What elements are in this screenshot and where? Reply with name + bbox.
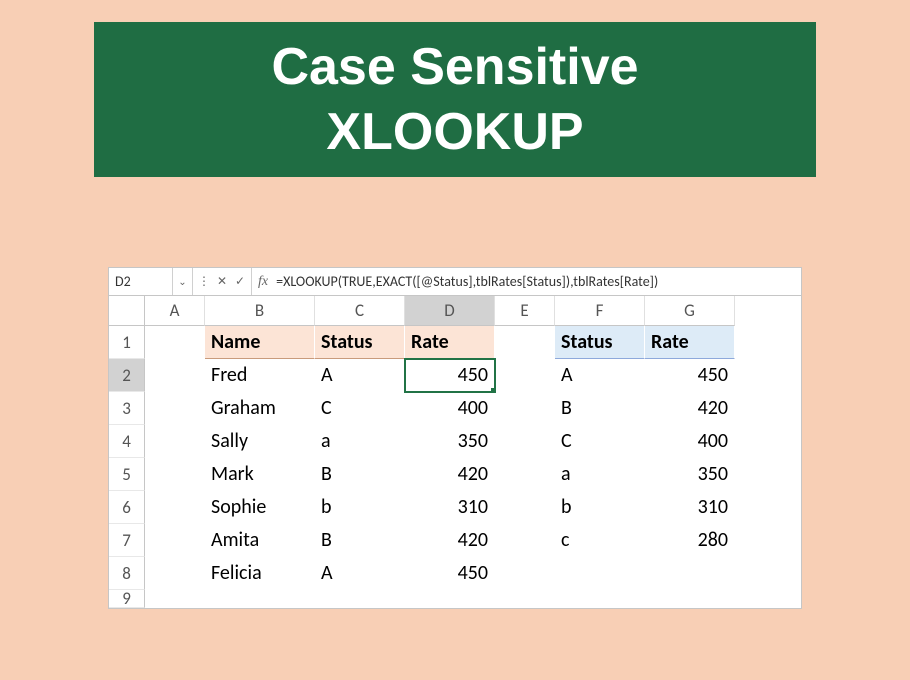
row-header-3[interactable]: 3 xyxy=(109,392,145,425)
row-header-5[interactable]: 5 xyxy=(109,458,145,491)
cell-B3[interactable]: Graham xyxy=(205,392,315,425)
col-header-A[interactable]: A xyxy=(145,296,205,326)
cell-F3[interactable]: B xyxy=(555,392,645,425)
cell-F7[interactable]: c xyxy=(555,524,645,557)
name-box[interactable]: D2 xyxy=(109,268,173,295)
cell-A3[interactable] xyxy=(145,392,205,425)
cell-D2[interactable]: 450 xyxy=(405,359,495,392)
cell-B2[interactable]: Fred xyxy=(205,359,315,392)
cell-C9[interactable] xyxy=(315,590,405,608)
cell-D5[interactable]: 420 xyxy=(405,458,495,491)
cell-A6[interactable] xyxy=(145,491,205,524)
cell-C4[interactable]: a xyxy=(315,425,405,458)
fx-icon[interactable]: fx xyxy=(252,274,274,290)
cell-D7[interactable]: 420 xyxy=(405,524,495,557)
cell-E4[interactable] xyxy=(495,425,555,458)
cell-D8[interactable]: 450 xyxy=(405,557,495,590)
cell-G5[interactable]: 350 xyxy=(645,458,735,491)
cancel-icon[interactable]: ✕ xyxy=(215,274,229,289)
col-header-E[interactable]: E xyxy=(495,296,555,326)
cell-D6[interactable]: 310 xyxy=(405,491,495,524)
header2-rate[interactable]: Rate xyxy=(645,326,735,359)
cell-C5[interactable]: B xyxy=(315,458,405,491)
title-line1: Case Sensitive xyxy=(271,35,638,100)
cell-G8[interactable] xyxy=(645,557,735,590)
cell-E3[interactable] xyxy=(495,392,555,425)
cell-B8[interactable]: Felicia xyxy=(205,557,315,590)
col-header-G[interactable]: G xyxy=(645,296,735,326)
confirm-icon[interactable]: ✓ xyxy=(233,274,247,289)
select-all-corner[interactable] xyxy=(109,296,145,326)
row-header-9[interactable]: 9 xyxy=(109,590,145,608)
cell-D4[interactable]: 350 xyxy=(405,425,495,458)
formula-bar: D2 ⌄ ⋮ ✕ ✓ fx =XLOOKUP(TRUE,EXACT([@Stat… xyxy=(109,268,801,296)
cell-C8[interactable]: A xyxy=(315,557,405,590)
cell-F2[interactable]: A xyxy=(555,359,645,392)
col-header-C[interactable]: C xyxy=(315,296,405,326)
cell-E8[interactable] xyxy=(495,557,555,590)
cell-E1[interactable] xyxy=(495,326,555,359)
col-header-F[interactable]: F xyxy=(555,296,645,326)
cell-A8[interactable] xyxy=(145,557,205,590)
cell-E6[interactable] xyxy=(495,491,555,524)
cell-B9[interactable] xyxy=(205,590,315,608)
cell-D3[interactable]: 400 xyxy=(405,392,495,425)
cell-A4[interactable] xyxy=(145,425,205,458)
header-rate[interactable]: Rate xyxy=(405,326,495,359)
cell-G7[interactable]: 280 xyxy=(645,524,735,557)
cell-A5[interactable] xyxy=(145,458,205,491)
cell-B4[interactable]: Sally xyxy=(205,425,315,458)
spreadsheet-grid: A B C D E F G 1 Name Status Rate Status … xyxy=(109,296,801,608)
formula-input[interactable]: =XLOOKUP(TRUE,EXACT([@Status],tblRates[S… xyxy=(274,273,801,290)
cell-B5[interactable]: Mark xyxy=(205,458,315,491)
cell-C2[interactable]: A xyxy=(315,359,405,392)
cell-F9[interactable] xyxy=(555,590,645,608)
cell-G2[interactable]: 450 xyxy=(645,359,735,392)
row-header-4[interactable]: 4 xyxy=(109,425,145,458)
row-header-1[interactable]: 1 xyxy=(109,326,145,359)
row-header-6[interactable]: 6 xyxy=(109,491,145,524)
cell-E7[interactable] xyxy=(495,524,555,557)
cell-G4[interactable]: 400 xyxy=(645,425,735,458)
cell-A1[interactable] xyxy=(145,326,205,359)
cell-B7[interactable]: Amita xyxy=(205,524,315,557)
header-status[interactable]: Status xyxy=(315,326,405,359)
cell-D9[interactable] xyxy=(405,590,495,608)
row-header-2[interactable]: 2 xyxy=(109,359,145,392)
cell-G6[interactable]: 310 xyxy=(645,491,735,524)
cell-G3[interactable]: 420 xyxy=(645,392,735,425)
cell-A9[interactable] xyxy=(145,590,205,608)
cell-F4[interactable]: C xyxy=(555,425,645,458)
cell-A2[interactable] xyxy=(145,359,205,392)
cell-F6[interactable]: b xyxy=(555,491,645,524)
cell-E9[interactable] xyxy=(495,590,555,608)
header-name[interactable]: Name xyxy=(205,326,315,359)
name-box-dropdown-icon[interactable]: ⌄ xyxy=(173,268,193,295)
row-header-7[interactable]: 7 xyxy=(109,524,145,557)
cell-F8[interactable] xyxy=(555,557,645,590)
cell-E2[interactable] xyxy=(495,359,555,392)
dots-icon[interactable]: ⋮ xyxy=(197,274,211,289)
title-banner: Case Sensitive XLOOKUP xyxy=(94,22,816,177)
header2-status[interactable]: Status xyxy=(555,326,645,359)
cell-B6[interactable]: Sophie xyxy=(205,491,315,524)
cell-C7[interactable]: B xyxy=(315,524,405,557)
cell-C3[interactable]: C xyxy=(315,392,405,425)
cell-C6[interactable]: b xyxy=(315,491,405,524)
cell-F5[interactable]: a xyxy=(555,458,645,491)
cell-A7[interactable] xyxy=(145,524,205,557)
row-header-8[interactable]: 8 xyxy=(109,557,145,590)
col-header-B[interactable]: B xyxy=(205,296,315,326)
cell-E5[interactable] xyxy=(495,458,555,491)
formula-bar-buttons: ⋮ ✕ ✓ xyxy=(193,268,252,295)
cell-G9[interactable] xyxy=(645,590,735,608)
col-header-D[interactable]: D xyxy=(405,296,495,326)
excel-window: D2 ⌄ ⋮ ✕ ✓ fx =XLOOKUP(TRUE,EXACT([@Stat… xyxy=(108,267,802,609)
title-line2: XLOOKUP xyxy=(326,100,583,165)
